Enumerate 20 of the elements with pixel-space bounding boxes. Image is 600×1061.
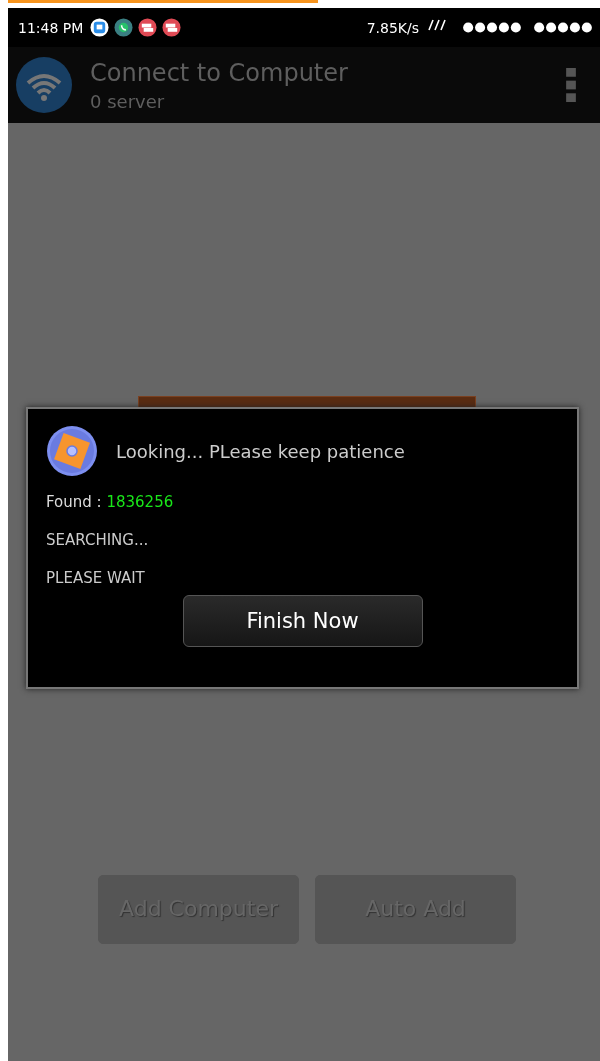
message-notification-icon <box>162 18 182 37</box>
network-speed: 7.85K/s <box>366 19 419 36</box>
spinner-icon <box>46 425 98 477</box>
app-notification-icon <box>90 18 110 37</box>
status-time: 11:48 PM <box>18 19 84 36</box>
phone-notification-icon <box>114 18 134 37</box>
app-title: Connect to Computer <box>90 58 349 87</box>
found-label: Found : <box>46 493 102 511</box>
signal-dots-icon <box>461 22 523 33</box>
signal-dots-icon <box>532 22 594 33</box>
dialog-message: Looking... PLease keep patience <box>116 440 405 462</box>
signal-slash-icon <box>426 17 446 32</box>
server-count: 0 server <box>90 90 166 112</box>
menu-icon[interactable] <box>566 67 576 103</box>
wifi-icon <box>16 57 72 113</box>
status-text: SEARCHING... <box>46 531 150 549</box>
message-notification-icon <box>138 18 158 37</box>
finish-now-button[interactable]: Finish Now <box>182 595 423 647</box>
found-count: 1836256 <box>106 493 174 511</box>
status-text: PLEASE WAIT <box>46 569 146 587</box>
